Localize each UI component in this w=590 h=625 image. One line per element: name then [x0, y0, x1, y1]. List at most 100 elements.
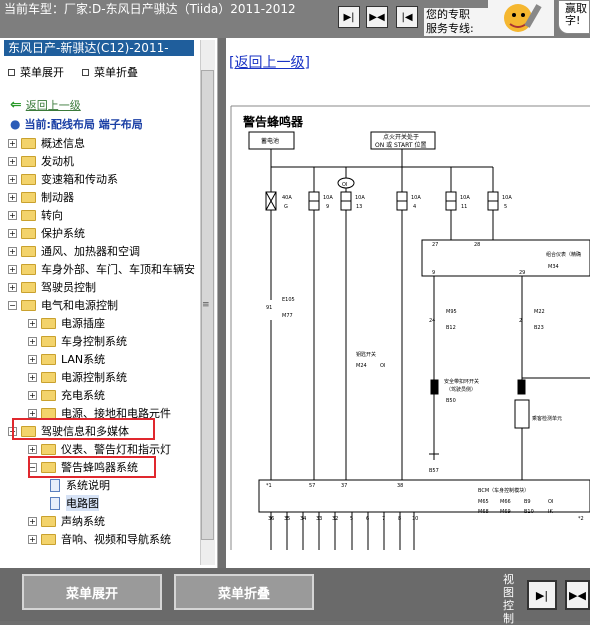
tree-item-label: 通风、加热器和空调 — [41, 245, 140, 258]
connector-label: M24 — [356, 363, 367, 369]
step-button[interactable]: ▶◀ — [366, 6, 388, 28]
view-step-button[interactable]: ▶◀ — [565, 580, 590, 610]
sidebar-back-link[interactable]: ⇐ 返回上一级 — [10, 97, 81, 113]
tree-item[interactable]: + 电源控制系统 — [28, 368, 127, 386]
sidebar-expand-label: 菜单展开 — [20, 66, 64, 79]
diagram-battery-label: 蓄电池 — [261, 137, 279, 145]
diagram-occupant-label: 乘客检测单元 — [532, 415, 562, 422]
tree-item-label: 电路图 — [66, 495, 99, 511]
expand-icon[interactable]: + — [8, 210, 17, 220]
expand-icon[interactable]: + — [8, 246, 17, 256]
tree-item[interactable]: + 保护系统 — [8, 224, 85, 242]
fuse-id-label: 13 — [356, 204, 362, 210]
pin-label: 38 — [397, 483, 403, 489]
tree-item[interactable]: + 制动器 — [8, 188, 74, 206]
expand-icon[interactable]: + — [8, 156, 17, 166]
connector-label: M66 — [500, 499, 511, 505]
back-icon: |◀ — [401, 11, 413, 23]
bottom-collapse-button[interactable]: 菜单折叠 — [174, 574, 314, 610]
connector-label: OI — [548, 499, 553, 505]
tree-item-label: 电源插座 — [61, 317, 105, 330]
sidebar-collapse-button[interactable]: 菜单折叠 — [82, 64, 138, 80]
pin-label: 37 — [341, 483, 347, 489]
tree-item[interactable]: + 充电系统 — [28, 386, 105, 404]
content-back-link[interactable]: [返回上一级] — [229, 52, 310, 72]
connector-label: M68 — [478, 509, 489, 515]
pin-label: 57 — [309, 483, 315, 489]
pin-label: 29 — [519, 270, 525, 276]
folder-icon — [21, 245, 36, 257]
expand-icon[interactable]: + — [28, 390, 37, 400]
folder-icon — [21, 137, 36, 149]
tree-item[interactable]: + 驾驶员控制 — [8, 278, 96, 296]
tree-item[interactable]: + 变速箱和传动系 — [8, 170, 118, 188]
folder-icon — [41, 533, 56, 545]
expand-icon[interactable]: + — [8, 138, 17, 148]
wiring-diagram: 警告蜂鸣器 蓄电池 点火开关处于 ON 或 START 位置 OI 40A 10… — [230, 105, 590, 550]
expand-icon[interactable]: + — [28, 372, 37, 382]
expand-icon[interactable]: + — [8, 282, 17, 292]
tree-item[interactable]: − 电气和电源控制 — [8, 296, 118, 314]
expand-icon[interactable]: + — [28, 354, 37, 364]
highlight-box — [28, 456, 156, 478]
tree-item[interactable]: + 通风、加热器和空调 — [8, 242, 140, 260]
expand-icon[interactable]: + — [28, 336, 37, 346]
connector-label: E105 — [282, 297, 295, 303]
collapse-icon[interactable]: − — [8, 300, 17, 310]
diagram-ign-label: 点火开关处于 — [383, 133, 419, 141]
play-button[interactable]: ▶| — [338, 6, 360, 28]
tree-item[interactable]: + 声纳系统 — [28, 512, 105, 530]
pin-label: 2 — [519, 318, 522, 324]
pin-label: 24 — [429, 318, 435, 324]
tree-item-label: 保护系统 — [41, 227, 85, 240]
tree-item[interactable]: + 电源插座 — [28, 314, 105, 332]
tree-item-label: 转向 — [41, 209, 63, 222]
hotline-line1: 您的专职 — [426, 8, 470, 21]
tree-item-label: 声纳系统 — [61, 515, 105, 528]
expand-icon[interactable]: + — [8, 264, 17, 274]
expand-icon[interactable]: + — [28, 318, 37, 328]
tree-item[interactable]: 电路图 — [50, 494, 99, 512]
connector-label: IK — [548, 509, 553, 515]
menu-icon — [8, 68, 15, 76]
tree-item[interactable]: + LAN系统 — [28, 350, 105, 368]
expand-icon[interactable]: + — [28, 444, 37, 454]
expand-icon[interactable]: + — [28, 534, 37, 544]
view-play-button[interactable]: ▶| — [527, 580, 557, 610]
folder-icon — [41, 389, 56, 401]
folder-icon — [41, 371, 56, 383]
fuse-id-label: G — [284, 204, 288, 210]
expand-icon[interactable]: + — [28, 408, 37, 418]
expand-icon[interactable]: + — [28, 516, 37, 526]
speech-bubble: 赢取字! — [558, 0, 590, 34]
view-control-label: 视图控制 — [503, 573, 514, 625]
expand-icon[interactable]: + — [8, 228, 17, 238]
document-icon — [50, 478, 60, 492]
tree-item[interactable]: + 音响、视频和导航系统 — [28, 530, 171, 548]
expand-icon[interactable]: + — [8, 192, 17, 202]
diagram-seatbelt-label: 安全带扣环开关 — [444, 378, 479, 385]
connector-label: B57 — [429, 468, 439, 474]
sidebar-expand-button[interactable]: 菜单展开 — [8, 64, 64, 80]
tree-item[interactable]: + 发动机 — [8, 152, 74, 170]
sidebar-header: 东风日产-新骐达(C12)-2011- — [4, 40, 194, 56]
connector-label: M22 — [534, 309, 545, 315]
diagram-seatbelt-label: （驾驶员侧） — [446, 386, 476, 393]
bottom-expand-button[interactable]: 菜单展开 — [22, 574, 162, 610]
tree-item[interactable]: + 转向 — [8, 206, 63, 224]
tree-item[interactable]: + 概述信息 — [8, 134, 85, 152]
tree-item-label: 概述信息 — [41, 137, 85, 150]
tree-item-label: 驾驶员控制 — [41, 281, 96, 294]
tree-item[interactable]: + 车身外部、车门、车顶和车辆安 — [8, 260, 195, 278]
back-button[interactable]: |◀ — [396, 6, 418, 28]
tree-item-label: 制动器 — [41, 191, 74, 204]
tree-item[interactable]: 系统说明 — [50, 476, 110, 494]
folder-icon — [21, 281, 36, 293]
tree-item-label: 电源控制系统 — [61, 371, 127, 384]
tree-item-label: 音响、视频和导航系统 — [61, 533, 171, 546]
grip-icon: ≡ — [202, 300, 210, 310]
tree-item[interactable]: + 车身控制系统 — [28, 332, 127, 350]
tree-item-label: 系统说明 — [66, 479, 110, 492]
expand-icon[interactable]: + — [8, 174, 17, 184]
tree-item-label: 电气和电源控制 — [41, 299, 118, 312]
